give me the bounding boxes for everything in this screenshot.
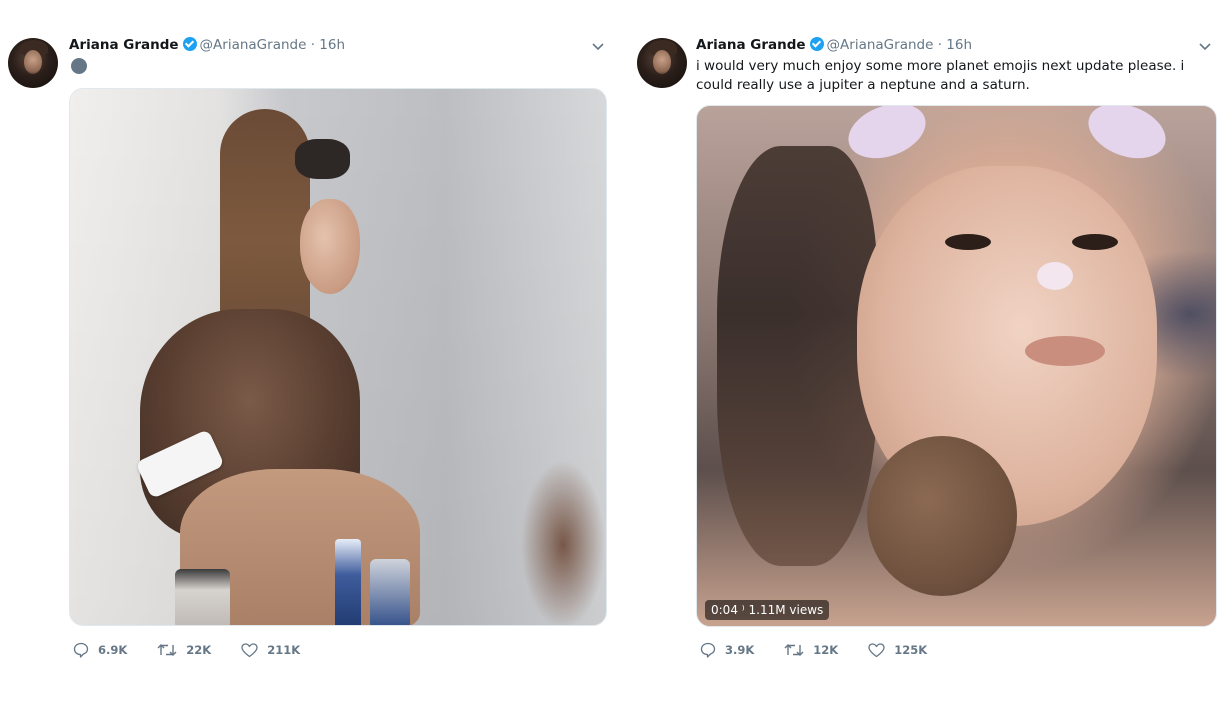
tweet-left[interactable]: Ariana Grande @ArianaGrande · 16h 6.9K 2… xyxy=(0,0,615,710)
reply-count: 6.9K xyxy=(98,643,128,657)
photo-figure-face xyxy=(300,199,360,294)
tweet-actions: 6.9K 22K 211K xyxy=(73,642,330,658)
verified-badge-icon xyxy=(182,37,197,51)
video-lips xyxy=(1025,336,1105,366)
tweet-text: i would very much enjoy some more planet… xyxy=(696,58,1185,93)
tweet-header: Ariana Grande @ArianaGrande · 16h xyxy=(69,36,345,54)
avatar-face xyxy=(653,50,671,74)
chevron-down-icon[interactable] xyxy=(591,42,605,52)
retweet-button[interactable]: 22K xyxy=(157,643,211,657)
photo-figure-bow xyxy=(295,139,350,179)
reply-button[interactable]: 3.9K xyxy=(700,642,754,658)
retweet-count: 12K xyxy=(813,643,839,657)
chevron-down-icon[interactable] xyxy=(1198,42,1212,52)
avatar[interactable] xyxy=(8,38,58,88)
tweet-header: Ariana Grande @ArianaGrande · 16h xyxy=(696,36,972,54)
like-button[interactable]: 211K xyxy=(241,642,301,658)
retweet-button[interactable]: 12K xyxy=(784,643,838,657)
cat-nose-filter xyxy=(1037,262,1073,290)
author-name[interactable]: Ariana Grande xyxy=(69,37,179,53)
tweet-right[interactable]: Ariana Grande @ArianaGrande · 16h i would… xyxy=(615,0,1230,710)
tweet-actions: 3.9K 12K 125K xyxy=(700,642,957,658)
retweet-count: 22K xyxy=(186,643,212,657)
like-icon xyxy=(868,642,885,657)
avatar-face xyxy=(24,50,42,74)
like-count: 211K xyxy=(267,643,301,657)
video-eye xyxy=(1072,234,1118,250)
tweet-meta[interactable]: @ArianaGrande · 16h xyxy=(200,37,345,53)
reply-button[interactable]: 6.9K xyxy=(73,642,127,658)
tweet-meta[interactable]: @ArianaGrande · 16h xyxy=(827,37,972,53)
reply-icon xyxy=(73,642,89,658)
avatar[interactable] xyxy=(637,38,687,88)
video-eye xyxy=(945,234,991,250)
verified-badge-icon xyxy=(809,37,824,51)
emoji-icon xyxy=(71,58,87,74)
video-hair-bun xyxy=(867,436,1017,596)
reply-count: 3.9K xyxy=(725,643,755,657)
cat-ear-filter xyxy=(1080,106,1174,169)
author-name[interactable]: Ariana Grande xyxy=(696,37,806,53)
cat-ear-filter xyxy=(840,106,934,169)
tweet-photo[interactable] xyxy=(69,88,607,626)
like-button[interactable]: 125K xyxy=(868,642,928,658)
video-duration-views-badge: 0:04 ⁾ 1.11M views xyxy=(705,600,830,620)
photo-jar xyxy=(175,569,230,625)
photo-bottle xyxy=(370,559,410,625)
retweet-icon xyxy=(157,644,177,656)
reply-icon xyxy=(700,642,716,658)
like-icon xyxy=(241,642,258,657)
like-count: 125K xyxy=(894,643,928,657)
retweet-icon xyxy=(784,644,804,656)
photo-bottle xyxy=(335,539,361,625)
video-hair xyxy=(717,146,877,566)
tweet-video[interactable]: 0:04 ⁾ 1.11M views xyxy=(696,105,1217,627)
